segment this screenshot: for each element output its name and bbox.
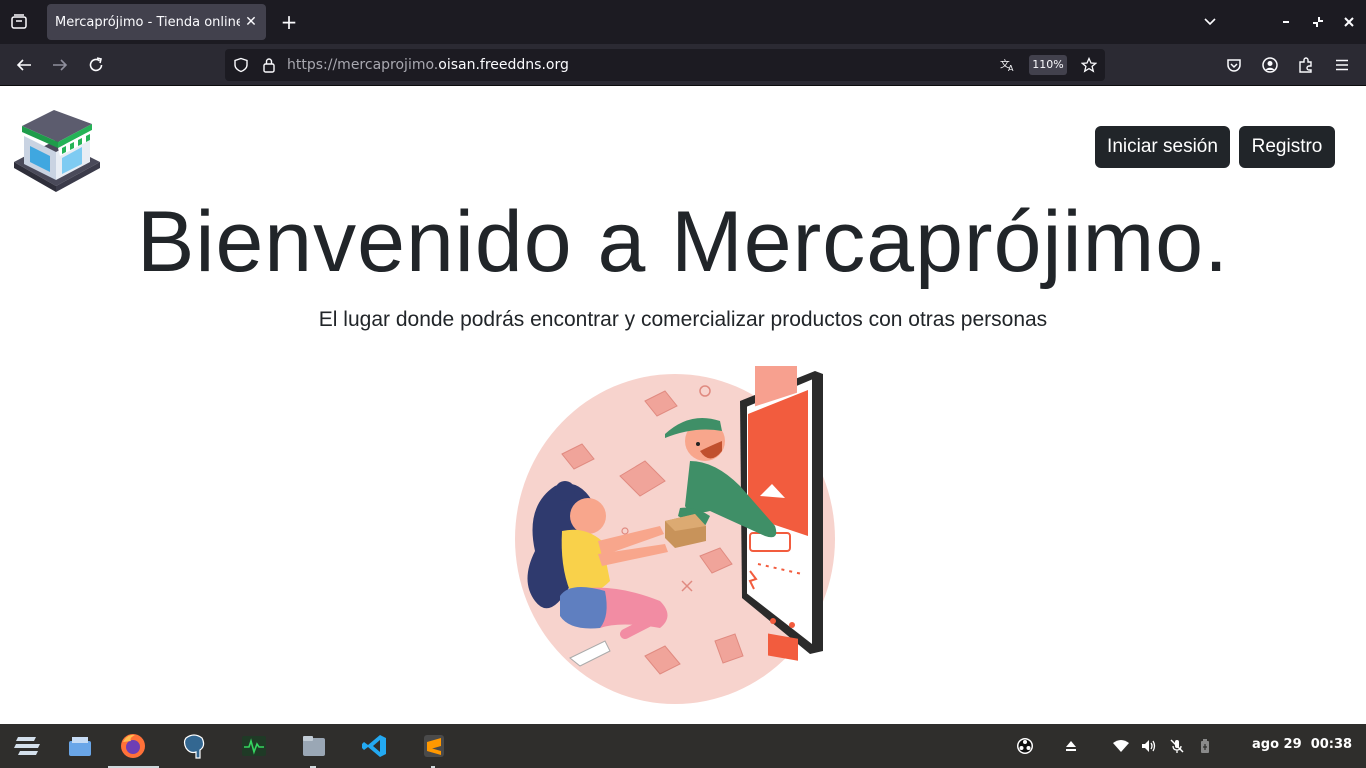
url-domain: oisan.freeddns.org (438, 57, 569, 73)
account-icon[interactable] (1259, 54, 1281, 76)
lock-icon[interactable] (261, 57, 277, 73)
vscode-icon[interactable] (358, 730, 390, 762)
pocket-icon[interactable] (1223, 54, 1245, 76)
url-prefix: https://mercaprojimo. (287, 57, 439, 73)
back-icon[interactable] (13, 54, 35, 76)
sublime-icon[interactable] (418, 730, 450, 762)
zorin-menu-icon[interactable] (12, 730, 44, 762)
obs-icon[interactable] (1016, 737, 1034, 755)
reload-icon[interactable] (85, 54, 107, 76)
volume-icon[interactable] (1140, 737, 1158, 755)
chevron-down-icon[interactable] (1199, 11, 1221, 33)
clock[interactable]: ago 29 00:38 (1252, 737, 1352, 752)
forward-icon[interactable] (49, 54, 71, 76)
browser-tab[interactable]: Mercaprójimo - Tienda online ✕ (47, 4, 266, 40)
clock-date: ago 29 (1252, 737, 1302, 752)
plus-icon[interactable]: + (278, 11, 300, 33)
taskbar: ago 29 00:38 (0, 724, 1366, 768)
svg-text:A: A (1008, 64, 1014, 73)
mic-muted-icon[interactable] (1168, 737, 1186, 755)
zoom-level[interactable]: 110% (1029, 55, 1067, 75)
shield-icon[interactable] (233, 57, 249, 73)
eject-icon[interactable] (1062, 737, 1080, 755)
close-icon[interactable]: ✕ (242, 13, 260, 31)
page-subtitle: El lugar donde podrás encontrar y comerc… (318, 308, 1048, 331)
url-text[interactable]: https://mercaprojimo.oisan.freeddns.org (287, 57, 569, 73)
browser-toolbar: https://mercaprojimo.oisan.freeddns.org … (0, 44, 1366, 86)
tab-title: Mercaprójimo - Tienda online (55, 14, 240, 30)
tab-list-icon[interactable] (8, 11, 30, 33)
extensions-icon[interactable] (1295, 54, 1317, 76)
store-logo[interactable] (10, 102, 102, 194)
web-page: Iniciar sesión Registro Bienvenido a Mer… (0, 86, 1366, 724)
system-monitor-icon[interactable] (238, 730, 270, 762)
menu-icon[interactable] (1331, 54, 1353, 76)
register-button[interactable]: Registro (1239, 126, 1335, 168)
login-button[interactable]: Iniciar sesión (1095, 126, 1230, 168)
browser-tabbar: Mercaprójimo - Tienda online ✕ + (0, 0, 1366, 44)
page-title: Bienvenido a Mercaprójimo. (137, 194, 1229, 290)
restore-icon[interactable] (1307, 11, 1329, 33)
address-bar[interactable]: https://mercaprojimo.oisan.freeddns.org … (225, 49, 1105, 81)
firefox-icon[interactable] (117, 730, 149, 762)
minimize-icon[interactable] (1275, 11, 1297, 33)
files-icon[interactable] (64, 730, 96, 762)
wifi-icon[interactable] (1112, 737, 1130, 755)
delivery-illustration (510, 342, 850, 706)
clock-time: 00:38 (1310, 737, 1353, 752)
battery-icon[interactable] (1196, 737, 1214, 755)
star-icon[interactable] (1081, 57, 1097, 73)
file-manager-icon[interactable] (298, 730, 330, 762)
postgresql-icon[interactable] (178, 730, 210, 762)
translate-icon[interactable]: 文A (1000, 57, 1016, 73)
close-icon[interactable] (1338, 11, 1360, 33)
